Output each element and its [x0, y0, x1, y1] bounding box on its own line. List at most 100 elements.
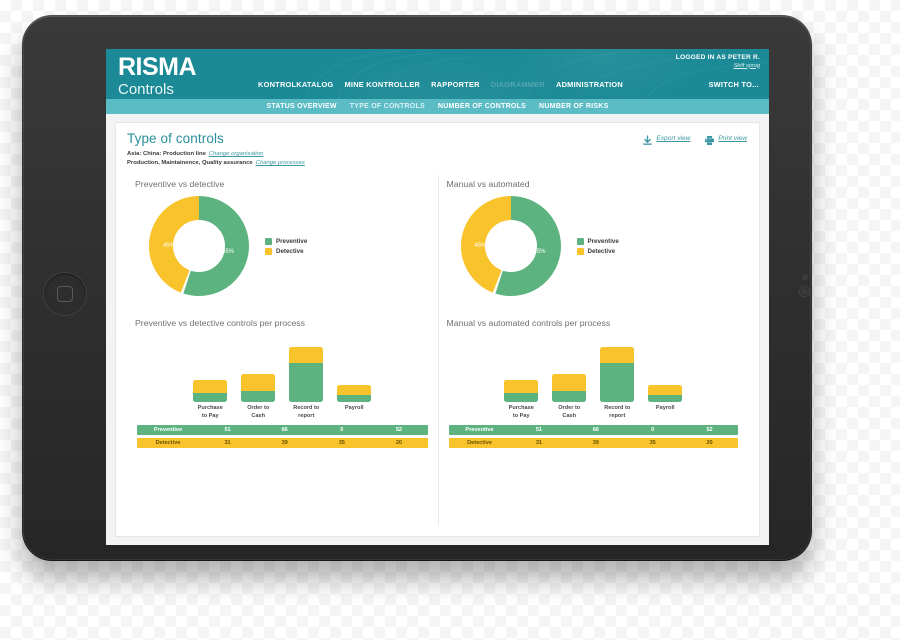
table-row: Preventive 51 66 0 52 [448, 425, 738, 436]
brand-product: Controls [118, 81, 174, 98]
row-label-preventive: Preventive [465, 427, 494, 434]
cell-preventive-order-to-cash: 66 [592, 427, 599, 434]
tab-status-overview[interactable]: STATUS OVERVIEW [266, 103, 336, 110]
organisation-path: Asia: China: Production line [127, 150, 206, 157]
export-view-label: Export view [656, 135, 691, 142]
logged-in-user-box: LOGGED IN AS PETER R. Skift sprog [676, 54, 760, 69]
bar-segment-preventive [289, 363, 324, 402]
tablet-sensor-dot [803, 275, 807, 279]
change-organisation-link[interactable]: Change organisation [209, 151, 263, 157]
nav-item-administration[interactable]: ADMINISTRATION [556, 80, 623, 89]
print-view-button[interactable]: Print view [704, 133, 747, 146]
bar-group-payroll [648, 330, 683, 402]
download-icon [642, 133, 653, 145]
bar-segment-detective [504, 380, 539, 393]
bar-segment-detective [648, 385, 683, 395]
row-label-detective: Detective [467, 439, 492, 446]
print-view-label: Print view [718, 135, 747, 142]
bars-left-title: Preventive vs detective controls per pro… [135, 318, 305, 328]
cell-detective-payroll: 20 [395, 439, 403, 446]
bar-group-order-to-cash [552, 330, 587, 402]
donut-left-legend: Preventive Detective [265, 237, 308, 255]
bar-segment-preventive [552, 391, 587, 402]
bar-group-order-to-cash [241, 330, 276, 402]
nav-item-mine-kontroller[interactable]: MINE KONTROLLER [344, 80, 420, 89]
cell-detective-payroll: 20 [706, 439, 713, 446]
bar-label-line1: Purchase [508, 405, 534, 411]
table-row: Preventive 51 66 0 52 [137, 425, 428, 436]
tab-number-of-controls[interactable]: NUMBER OF CONTROLS [438, 103, 526, 110]
legend-item-detective: Detective [576, 247, 619, 255]
bars-right-title: Manual vs automated controls per process [446, 318, 611, 328]
bar-label-purchase-to-pay: Purchase to Pay [504, 405, 538, 420]
cell-preventive-record-to-report: 0 [651, 427, 655, 434]
card-actions: Export view Print view [642, 133, 747, 146]
bar-group-purchase-to-pay [193, 330, 228, 402]
donut-left-title: Preventive vs detective [135, 179, 225, 189]
bar-segment-detective [337, 385, 372, 395]
cell-preventive-payroll: 52 [706, 427, 713, 434]
bar-group-record-to-report [289, 330, 324, 402]
cell-preventive-purchase-to-pay: 51 [224, 427, 231, 434]
tab-type-of-controls[interactable]: TYPE OF CONTROLS [350, 103, 425, 110]
bar-segment-detective [193, 380, 228, 393]
content-card: Type of controls Asia: China: Production… [115, 122, 760, 537]
table-row: Detective 31 39 35 20 [448, 437, 738, 448]
donut-left-value-preventive: 55% [221, 249, 234, 255]
cell-detective-order-to-cash: 39 [592, 439, 599, 446]
bar-segment-preventive [193, 393, 228, 402]
donut-right-legend: Preventive Detective [576, 237, 619, 255]
tablet-device-frame: RISMA Controls LOGGED IN AS PETER R. Ski… [22, 15, 812, 561]
donut-left: 55% 45% Preventive Detective [135, 191, 430, 301]
bar-segment-preventive [504, 393, 539, 402]
tab-number-of-risks[interactable]: NUMBER OF RISKS [539, 103, 608, 110]
bar-segment-preventive [600, 363, 635, 402]
cell-detective-record-to-report: 35 [338, 439, 345, 446]
bar-label-purchase-to-pay: Purchase to Pay [193, 405, 227, 420]
logged-in-label: LOGGED IN AS PETER R. [675, 54, 760, 61]
bar-segment-preventive [648, 395, 683, 402]
brand-logo[interactable]: RISMA Controls [118, 53, 197, 98]
legend-label-preventive: Preventive [587, 237, 619, 245]
bar-stack [552, 374, 587, 402]
cell-preventive-payroll: 52 [395, 427, 403, 434]
bar-segment-detective [289, 347, 324, 363]
printer-icon [704, 133, 715, 146]
cell-detective-record-to-report: 35 [649, 439, 656, 446]
bar-stack [289, 347, 324, 402]
donut-left-graphic: 55% 45% [149, 196, 249, 296]
organisation-breadcrumb: Asia: China: Production line Change organ… [127, 150, 748, 159]
bar-group-record-to-report [600, 330, 635, 402]
bar-stack [600, 347, 635, 402]
nav-item-kontrolkatalog[interactable]: KONTROLKATALOG [258, 80, 333, 89]
legend-swatch-detective [265, 247, 272, 255]
bar-stack [337, 385, 372, 402]
switch-to-button[interactable]: SWITCH TO... [709, 80, 760, 89]
tablet-home-button[interactable] [44, 273, 86, 315]
change-processes-link[interactable]: Change processes [256, 160, 305, 166]
bar-group-payroll [337, 330, 372, 402]
bar-segment-detective [552, 374, 587, 391]
chart-column-right: Manual vs automated 55% 45% Preventive D… [437, 175, 749, 526]
cell-preventive-purchase-to-pay: 51 [535, 427, 543, 434]
export-view-button[interactable]: Export view [642, 133, 691, 145]
table-row: Detective 31 39 35 20 [137, 437, 428, 448]
bar-label-line2: to Pay [201, 412, 219, 419]
donut-right-title: Manual vs automated [446, 179, 530, 189]
brand-name: RISMA [118, 53, 197, 81]
donut-right: 55% 45% Preventive Detective [447, 191, 741, 301]
nav-item-rapporter[interactable]: RAPPORTER [431, 80, 480, 89]
donut-right-value-preventive: 55% [533, 249, 546, 255]
page-body: Type of controls Asia: China: Production… [106, 114, 769, 545]
bars-right [447, 330, 741, 402]
nav-item-diagrammer[interactable]: DIAGRAMMER [491, 80, 545, 89]
change-language-link[interactable]: Skift sprog [676, 63, 760, 69]
cell-preventive-record-to-report: 0 [340, 427, 344, 434]
main-nav: KONTROLKATALOG MINE KONTROLLER RAPPORTER… [258, 80, 623, 89]
bar-label-payroll: Payroll [337, 405, 371, 420]
legend-label-preventive: Preventive [276, 237, 308, 245]
bars-right-category-labels: Purchase to Pay Order to Cash Record to … [447, 402, 741, 420]
data-table-left: Preventive 51 66 0 52 Detective 31 39 35 [135, 425, 430, 448]
bar-label-order-to-cash: Order to Cash [552, 405, 586, 420]
legend-swatch-preventive [265, 237, 272, 245]
